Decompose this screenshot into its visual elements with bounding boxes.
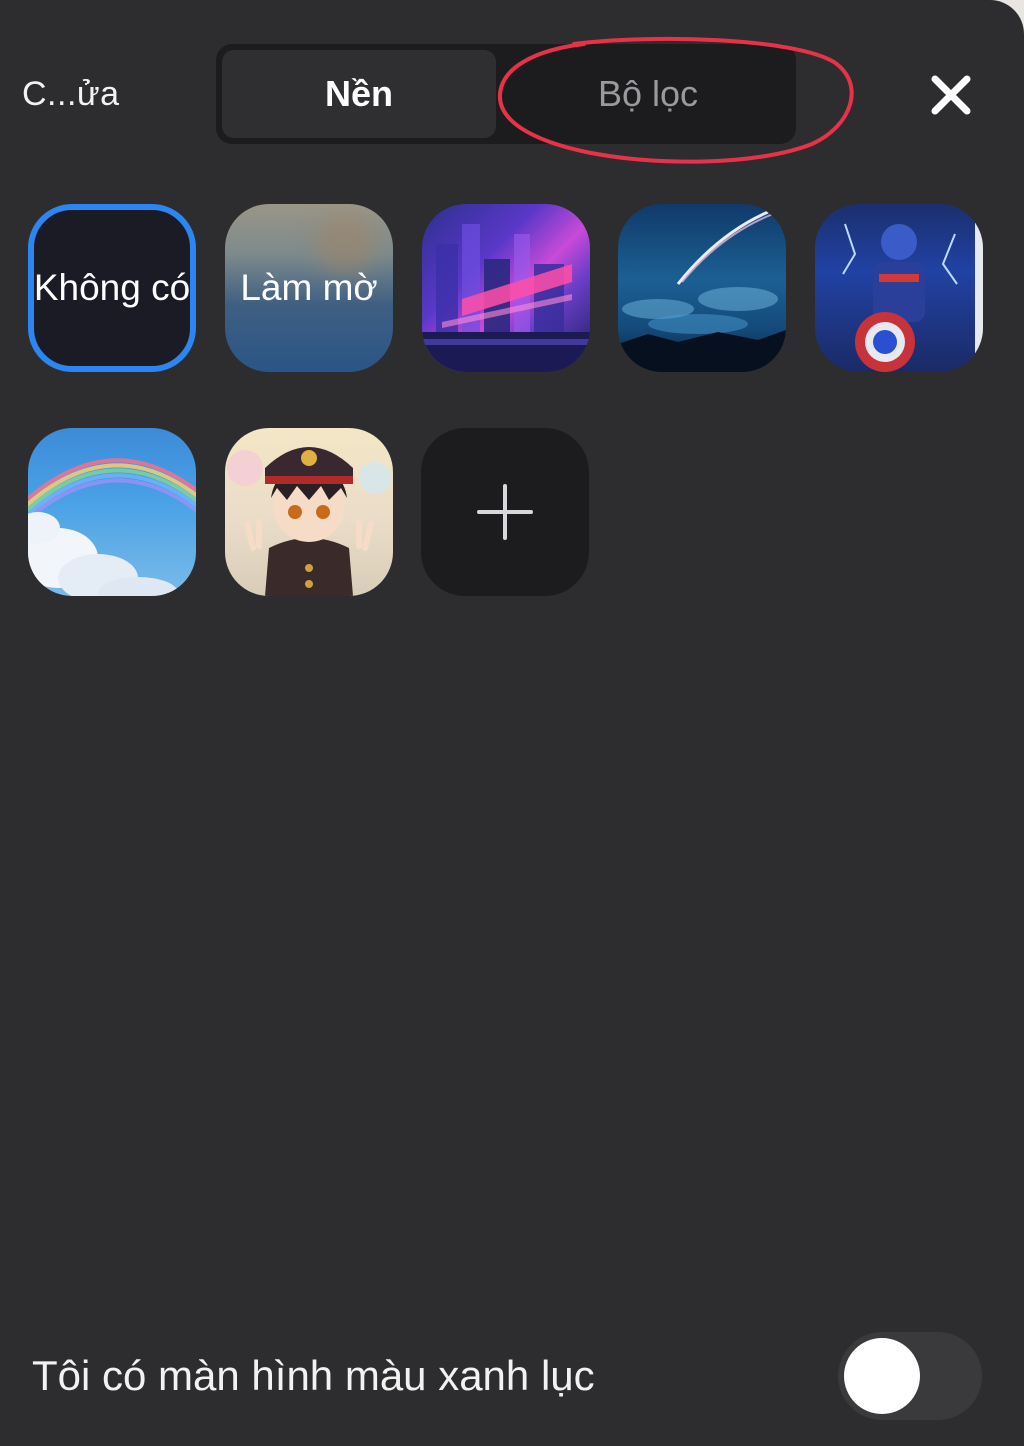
tab-background[interactable]: Nền (222, 50, 496, 138)
background-filter-panel: C...ửa Nền Bộ lọc Không có Làm mờ Tôi có… (0, 0, 1024, 1446)
rainbow-thumbnail (28, 458, 196, 596)
close-button[interactable] (922, 66, 980, 124)
background-option-comet-sky[interactable] (618, 204, 786, 372)
background-option-anime-character[interactable] (225, 428, 393, 596)
close-icon (931, 75, 971, 115)
comet-sky-thumbnail (618, 210, 786, 372)
toggle-knob (844, 1338, 920, 1414)
background-option-blur[interactable]: Làm mờ (225, 204, 393, 372)
background-option-rainbow[interactable] (28, 428, 196, 596)
background-option-neon-city[interactable] (422, 204, 590, 372)
add-background-button[interactable] (421, 428, 589, 596)
neon-city-thumbnail (422, 224, 590, 372)
background-option-none[interactable]: Không có (28, 204, 196, 372)
anime-character-thumbnail (227, 447, 391, 596)
tab-filters[interactable]: Bộ lọc (506, 50, 790, 138)
green-screen-label: Tôi có màn hình màu xanh lục (32, 1352, 595, 1399)
option-blur-label: Làm mờ (240, 267, 378, 308)
green-screen-toggle[interactable] (838, 1332, 982, 1420)
header-left-label[interactable]: C...ửa (22, 72, 120, 116)
plus-icon (477, 484, 533, 540)
background-option-superhero[interactable] (815, 204, 983, 372)
tab-switcher: Nền Bộ lọc (216, 44, 796, 144)
superhero-thumbnail (842, 204, 983, 372)
option-none-label: Không có (33, 267, 191, 308)
